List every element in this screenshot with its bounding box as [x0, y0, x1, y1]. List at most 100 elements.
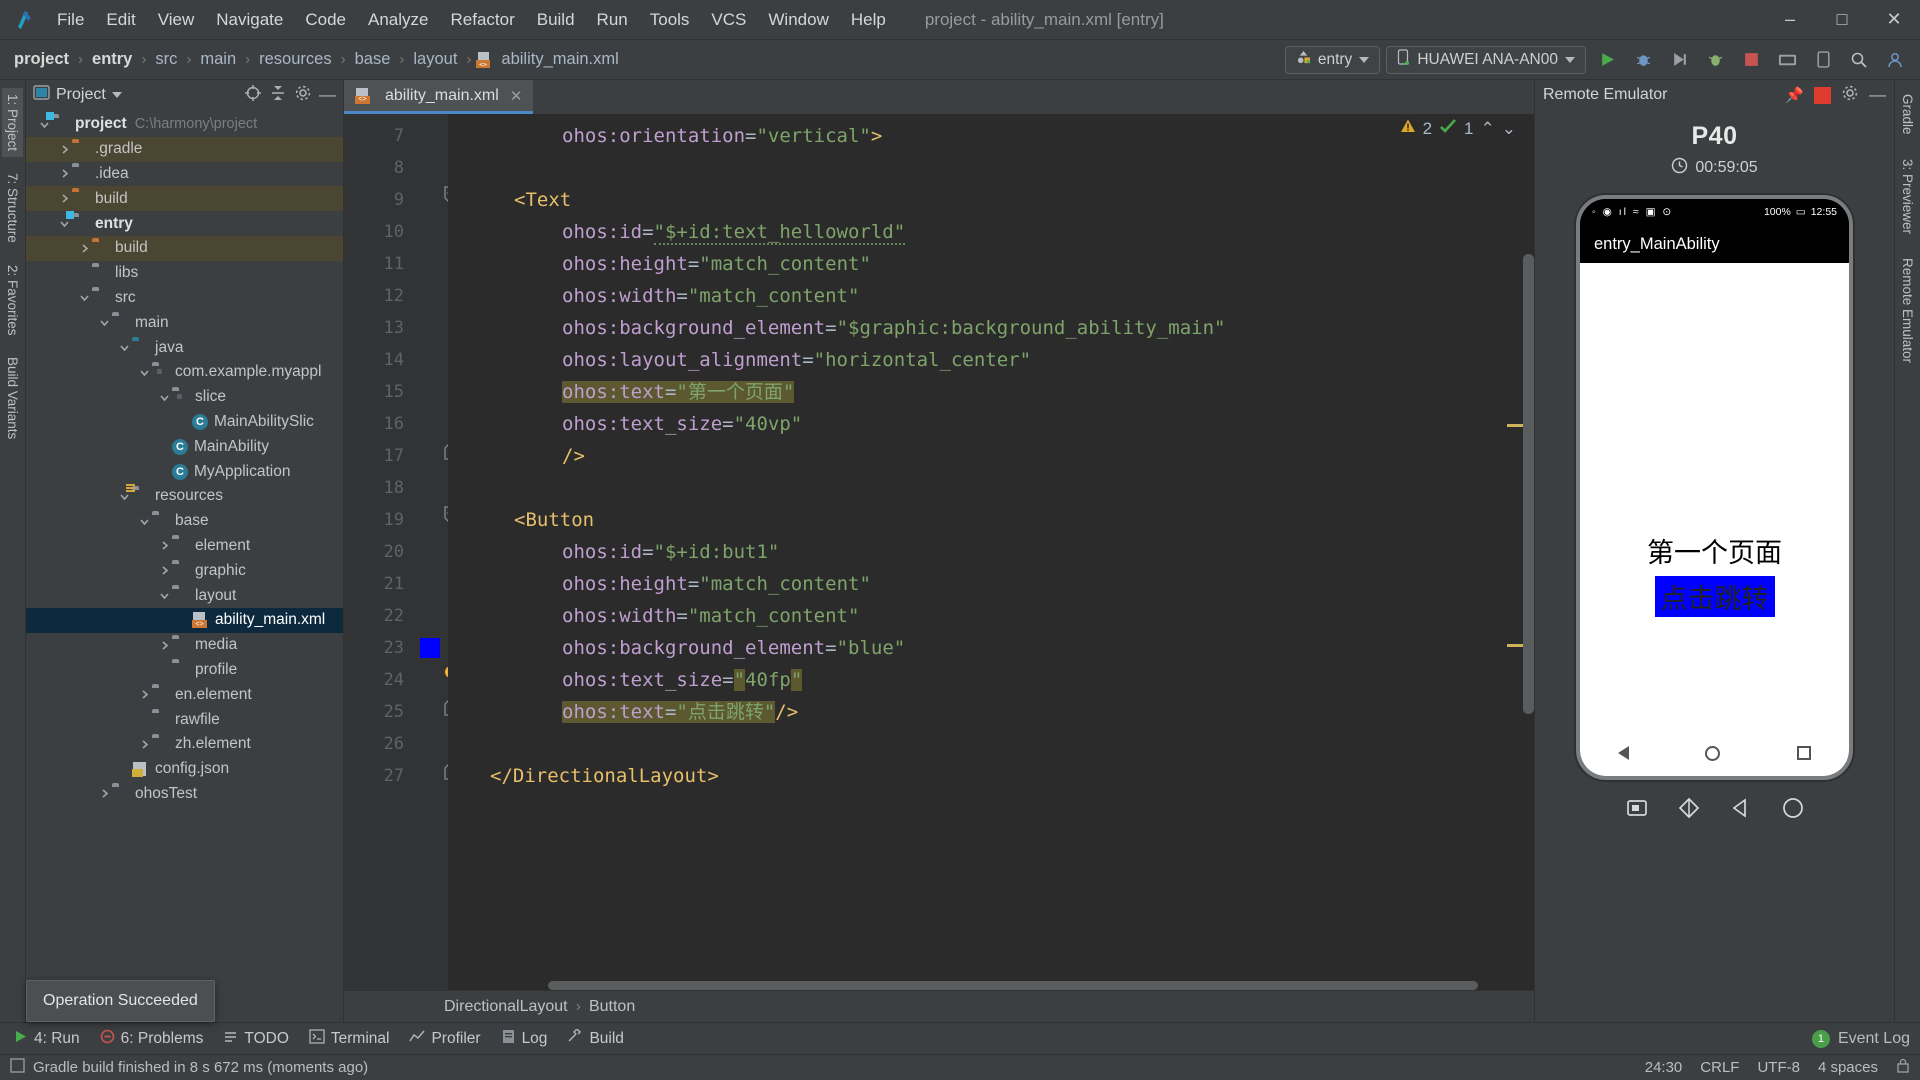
- chevron-right-icon[interactable]: [156, 538, 172, 554]
- code-line[interactable]: [448, 472, 1534, 504]
- module-selector[interactable]: entry: [1285, 46, 1380, 74]
- close-icon[interactable]: ✕: [510, 87, 523, 105]
- right-strip-remote-emulator[interactable]: Remote Emulator: [1897, 252, 1918, 369]
- breadcrumb-item-ability-main-xml[interactable]: ability_main.xml: [497, 48, 622, 71]
- menu-item-code[interactable]: Code: [294, 6, 357, 34]
- tree-item-resources[interactable]: resources: [26, 484, 343, 509]
- line-separator[interactable]: CRLF: [1700, 1059, 1739, 1076]
- back-icon[interactable]: [1729, 796, 1753, 825]
- hide-emulator-panel-icon[interactable]: —: [1869, 85, 1886, 105]
- tree-item-libs[interactable]: libs: [26, 261, 343, 286]
- collapse-all-icon[interactable]: [269, 84, 287, 107]
- home-circle-icon[interactable]: [1705, 746, 1720, 761]
- debug-button[interactable]: [1628, 45, 1658, 75]
- search-icon[interactable]: [1844, 45, 1874, 75]
- menu-item-file[interactable]: File: [46, 6, 95, 34]
- tree-item-config-json[interactable]: config.json: [26, 757, 343, 782]
- tree-item-element[interactable]: element: [26, 534, 343, 559]
- next-problem-icon[interactable]: ⌄: [1502, 119, 1516, 139]
- tool-window-build[interactable]: Build: [558, 1026, 632, 1052]
- tree-item--gradle[interactable]: .gradle: [26, 137, 343, 162]
- code-line[interactable]: <Text: [448, 184, 1534, 216]
- left-strip-build-variants[interactable]: Build Variants: [2, 351, 23, 445]
- tree-item-en-element[interactable]: en.element: [26, 682, 343, 707]
- editor-tab-ability-main-xml[interactable]: <> ability_main.xml ✕: [344, 80, 533, 114]
- emulator-device-screen[interactable]: ◦ ◉ ıl ≈ ▣ ⊙ 100% ▭ 12:55 entry_MainAbil…: [1576, 195, 1853, 780]
- notification-balloon[interactable]: Operation Succeeded: [26, 980, 215, 1022]
- status-memory-icon[interactable]: [10, 1058, 25, 1077]
- event-log-area[interactable]: 1 Event Log: [1812, 1030, 1920, 1048]
- editor-breadcrumb-item-0[interactable]: DirectionalLayout: [444, 998, 568, 1016]
- minimize-button[interactable]: –: [1764, 0, 1816, 40]
- tree-item-rawfile[interactable]: rawfile: [26, 707, 343, 732]
- tree-item-entry[interactable]: entry: [26, 211, 343, 236]
- code-line[interactable]: ohos:width="match_content": [448, 600, 1534, 632]
- code-line[interactable]: ohos:background_element="$graphic:backgr…: [448, 312, 1534, 344]
- code-line[interactable]: ohos:text="第一个页面": [448, 376, 1534, 408]
- code-line[interactable]: ohos:orientation="vertical">: [448, 120, 1534, 152]
- breadcrumb-item-project[interactable]: project: [10, 48, 73, 71]
- code-line[interactable]: ohos:id="$+id:text_helloworld": [448, 216, 1534, 248]
- editor-breadcrumb-item-1[interactable]: Button: [589, 998, 635, 1016]
- chevron-down-icon[interactable]: [116, 340, 132, 356]
- tree-item-zh-element[interactable]: zh.element: [26, 732, 343, 757]
- panel-settings-icon[interactable]: [294, 84, 312, 107]
- editor-horizontal-scrollbar[interactable]: [548, 981, 1478, 990]
- caret-position[interactable]: 24:30: [1645, 1059, 1683, 1076]
- tool-window-4--run[interactable]: 4: Run: [4, 1026, 89, 1052]
- tree-item-build[interactable]: build: [26, 236, 343, 261]
- chevron-right-icon[interactable]: [156, 637, 172, 653]
- chevron-right-icon[interactable]: [56, 191, 72, 207]
- tool-window-6--problems[interactable]: 6: Problems: [91, 1026, 213, 1052]
- hide-panel-icon[interactable]: —: [319, 85, 336, 105]
- recents-square-icon[interactable]: [1797, 746, 1811, 760]
- maximize-button[interactable]: □: [1816, 0, 1868, 40]
- rotate-icon[interactable]: [1677, 796, 1701, 825]
- tool-window-profiler[interactable]: Profiler: [400, 1026, 489, 1052]
- code-line[interactable]: ohos:width="match_content": [448, 280, 1534, 312]
- tool-window-terminal[interactable]: Terminal: [300, 1026, 399, 1052]
- code-line[interactable]: [448, 728, 1534, 760]
- chevron-down-icon[interactable]: [136, 513, 152, 529]
- stop-button[interactable]: [1736, 45, 1766, 75]
- scroll-from-source-icon[interactable]: [244, 84, 262, 107]
- chevron-right-icon[interactable]: [136, 687, 152, 703]
- tree-item-src[interactable]: src: [26, 286, 343, 311]
- home-icon[interactable]: [1781, 796, 1805, 825]
- screenshot-icon[interactable]: [1625, 796, 1649, 825]
- chevron-down-icon[interactable]: [112, 92, 122, 98]
- code-folding-gutter[interactable]: [414, 114, 448, 990]
- code-text[interactable]: 2 1 ⌃ ⌄ ohos:orientation="vertical"><Tex…: [448, 114, 1534, 990]
- code-line[interactable]: ohos:text="点击跳转"/>: [448, 696, 1534, 728]
- previous-problem-icon[interactable]: ⌃: [1481, 119, 1495, 139]
- file-encoding[interactable]: UTF-8: [1757, 1059, 1800, 1076]
- tree-item-myapplication[interactable]: CMyApplication: [26, 459, 343, 484]
- code-line[interactable]: ohos:id="$+id:but1": [448, 536, 1534, 568]
- color-swatch[interactable]: [420, 638, 440, 658]
- tree-item-graphic[interactable]: graphic: [26, 558, 343, 583]
- menu-item-help[interactable]: Help: [840, 6, 897, 34]
- menu-item-run[interactable]: Run: [586, 6, 639, 34]
- code-line[interactable]: />: [448, 440, 1534, 472]
- lock-icon[interactable]: [1896, 1058, 1910, 1077]
- tree-item-ohostest[interactable]: ohosTest: [26, 782, 343, 807]
- tree-item-mainabilityslic[interactable]: CMainAbilitySlic: [26, 410, 343, 435]
- tree-item-mainability[interactable]: CMainAbility: [26, 434, 343, 459]
- breadcrumb-item-base[interactable]: base: [351, 48, 395, 71]
- code-line[interactable]: ohos:text_size="40fp": [448, 664, 1534, 696]
- menu-item-vcs[interactable]: VCS: [700, 6, 757, 34]
- stop-emulator-icon[interactable]: [1814, 87, 1831, 104]
- tree-item-ability-main-xml[interactable]: <>ability_main.xml: [26, 608, 343, 633]
- tool-window-log[interactable]: Log: [492, 1026, 557, 1052]
- chevron-right-icon[interactable]: [56, 141, 72, 157]
- pin-icon[interactable]: 📌: [1785, 86, 1804, 104]
- chevron-down-icon[interactable]: [156, 588, 172, 604]
- profiler-button[interactable]: [1700, 45, 1730, 75]
- chevron-down-icon[interactable]: [136, 364, 152, 380]
- sdk-manager-icon[interactable]: [1772, 45, 1802, 75]
- event-log-label[interactable]: Event Log: [1838, 1030, 1910, 1048]
- menu-item-edit[interactable]: Edit: [95, 6, 146, 34]
- tree-item-media[interactable]: media: [26, 633, 343, 658]
- chevron-down-icon[interactable]: [96, 315, 112, 331]
- code-line[interactable]: ohos:height="match_content": [448, 568, 1534, 600]
